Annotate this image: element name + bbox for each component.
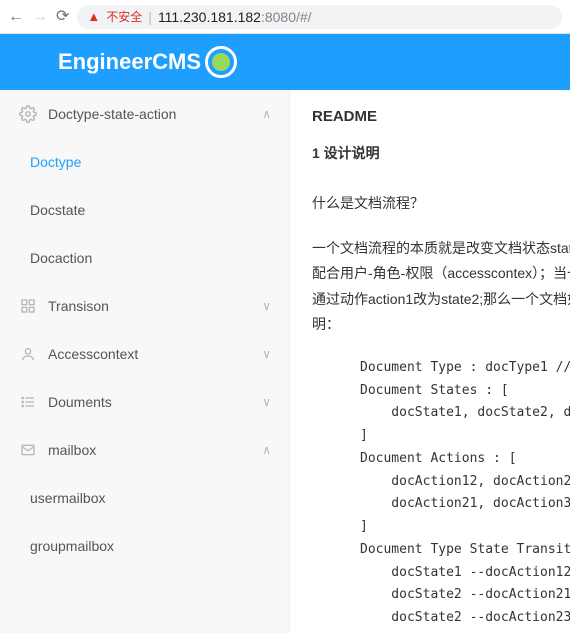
sidebar-item-docstate[interactable]: Docstate — [0, 186, 289, 234]
sidebar-group-label: Accesscontext — [48, 346, 262, 362]
sidebar-group-douments[interactable]: Douments ∨ — [0, 378, 289, 426]
back-icon[interactable]: ← — [8, 9, 24, 25]
brand-text: EngineerCMS — [58, 49, 201, 75]
sidebar-group-transison[interactable]: Transison ∨ — [0, 282, 289, 330]
sidebar-item-groupmailbox[interactable]: groupmailbox — [0, 522, 289, 570]
divider: | — [148, 9, 152, 25]
sidebar-item-label: groupmailbox — [30, 538, 271, 554]
url-host: 111.230.181.182 — [158, 9, 261, 25]
forward-icon[interactable]: → — [32, 9, 48, 25]
chevron-up-icon: ∧ — [262, 107, 271, 121]
url: 111.230.181.182:8080/#/ — [158, 9, 312, 25]
chevron-down-icon: ∨ — [262, 347, 271, 361]
sidebar-item-label: Doctype — [30, 154, 271, 170]
sidebar-group-label: Douments — [48, 394, 262, 410]
sidebar-item-label: Docaction — [30, 250, 271, 266]
paragraph: 什么是文档流程？ — [312, 191, 570, 216]
app-header: EngineerCMS — [0, 34, 570, 90]
gear-icon — [18, 104, 38, 124]
sidebar-group-doctype-state-action[interactable]: Doctype-state-action ∧ — [0, 90, 289, 138]
list-icon — [18, 392, 38, 412]
insecure-label: 不安全 — [106, 8, 142, 25]
chevron-up-icon: ∧ — [262, 443, 271, 457]
warning-icon: ▲ — [87, 9, 100, 24]
sidebar-item-usermailbox[interactable]: usermailbox — [0, 474, 289, 522]
sidebar-group-accesscontext[interactable]: Accesscontext ∨ — [0, 330, 289, 378]
sidebar-group-label: Transison — [48, 298, 262, 314]
grid-icon — [18, 296, 38, 316]
paragraph: 一个文档流程的本质就是改变文档状态state）； 配合用户-角色-权限（acce… — [312, 236, 570, 337]
mail-icon — [18, 440, 38, 460]
submenu-mailbox: usermailbox groupmailbox — [0, 474, 289, 570]
sidebar-group-mailbox[interactable]: mailbox ∧ — [0, 426, 289, 474]
url-rest: :8080/#/ — [261, 9, 312, 25]
sidebar: Doctype-state-action ∧ Doctype Docstate … — [0, 90, 290, 633]
address-bar[interactable]: ▲ 不安全 | 111.230.181.182:8080/#/ — [77, 5, 562, 29]
sidebar-group-label: Doctype-state-action — [48, 106, 262, 122]
code-block: Document Type : docType1 //1.定 Document … — [360, 357, 570, 630]
sidebar-item-label: usermailbox — [30, 490, 271, 506]
content: README 1 设计说明 什么是文档流程？ 一个文档流程的本质就是改变文档状态… — [290, 90, 570, 633]
sidebar-item-docaction[interactable]: Docaction — [0, 234, 289, 282]
chevron-down-icon: ∨ — [262, 299, 271, 313]
submenu-doctype-state-action: Doctype Docstate Docaction — [0, 138, 289, 282]
sidebar-group-label: mailbox — [48, 442, 262, 458]
brand[interactable]: EngineerCMS — [58, 46, 237, 78]
section-heading: 1 设计说明 — [312, 143, 570, 163]
page-title: README — [312, 108, 570, 125]
user-icon — [18, 344, 38, 364]
chevron-down-icon: ∨ — [262, 395, 271, 409]
browser-chrome: ← → ⟳ ▲ 不安全 | 111.230.181.182:8080/#/ — [0, 0, 570, 34]
sidebar-item-label: Docstate — [30, 202, 271, 218]
sidebar-item-doctype[interactable]: Doctype — [0, 138, 289, 186]
brand-logo-icon — [205, 46, 237, 78]
reload-icon[interactable]: ⟳ — [56, 9, 69, 25]
